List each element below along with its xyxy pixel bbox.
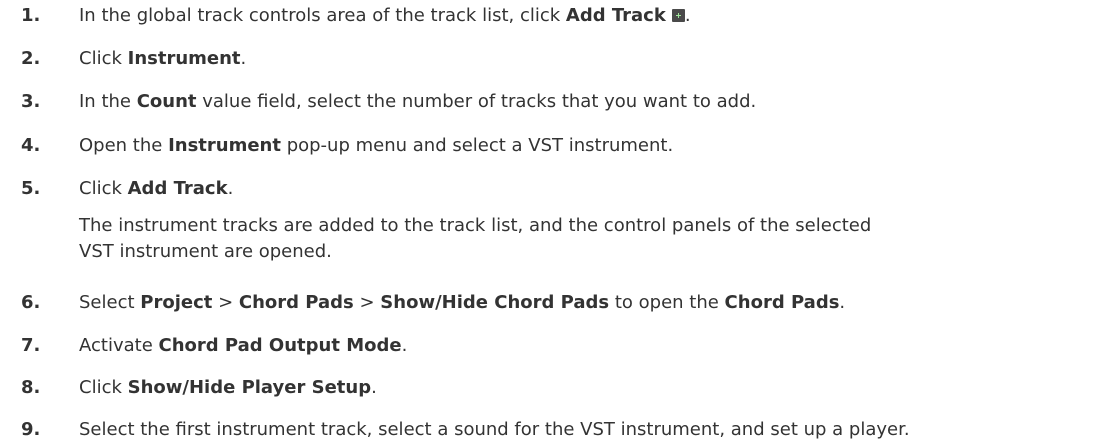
step-text: Click Instrument. <box>79 48 247 69</box>
step-text: Activate Chord Pad Output Mode. <box>79 335 408 356</box>
step-number: 8. <box>21 377 41 398</box>
step-text: In the global track controls area of the… <box>79 5 691 26</box>
ui-term: Project <box>140 292 213 313</box>
ui-term: Add Track <box>565 5 666 26</box>
step-number: 5. <box>21 178 41 199</box>
step-number: 6. <box>21 292 41 313</box>
step-result: The instrument tracks are added to the t… <box>79 215 872 262</box>
ui-term: Chord Pads <box>238 292 354 313</box>
step-text: Click Add Track. <box>79 178 234 199</box>
step-number: 2. <box>21 48 41 69</box>
step-text: Select the first instrument track, selec… <box>79 419 910 440</box>
ui-term: Instrument <box>127 48 241 69</box>
step-text: In the Count value field, select the num… <box>79 91 757 112</box>
step-number: 1. <box>21 5 41 26</box>
step-text: Click Show/Hide Player Setup. <box>79 377 377 398</box>
add-track-icon <box>671 9 685 22</box>
step-number: 3. <box>21 91 41 112</box>
step-text: Open the Instrument pop-up menu and sele… <box>79 135 674 156</box>
step-number: 9. <box>21 419 41 440</box>
ui-term: Instrument <box>168 135 281 156</box>
ui-term: Chord Pad Output Mode <box>158 335 402 356</box>
ui-term: Add Track <box>127 178 228 199</box>
step-number: 7. <box>21 335 41 356</box>
ui-term: Show/Hide Player Setup <box>127 377 372 398</box>
ui-term: Show/Hide Chord Pads <box>380 292 610 313</box>
ui-term: Chord Pads <box>724 292 840 313</box>
step-number: 4. <box>21 135 41 156</box>
step-text: Select Project > Chord Pads > Show/Hide … <box>79 292 846 313</box>
ui-term: Count <box>136 91 197 112</box>
